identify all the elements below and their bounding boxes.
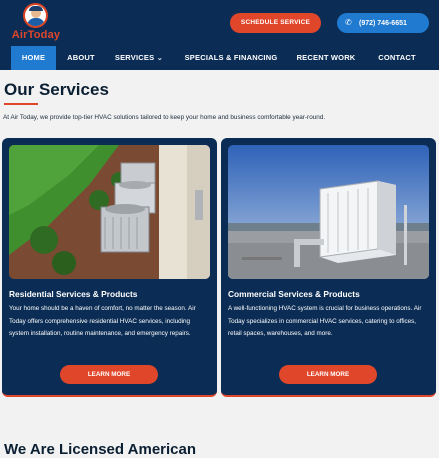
schedule-service-button[interactable]: SCHEDULE SERVICE — [230, 13, 321, 33]
residential-card-title: Residential Services & Products — [9, 289, 138, 299]
phone-button[interactable]: ✆ (972) 746-6651 — [337, 13, 429, 33]
logo-text: AirToday — [11, 29, 61, 41]
main-nav: HOME ABOUT SERVICES ⌄ SPECIALS & FINANCI… — [0, 46, 439, 70]
residential-card-text: Your home should be a haven of comfort, … — [9, 305, 196, 337]
commercial-rooftop-unit-image — [228, 145, 429, 279]
nav-contact[interactable]: CONTACT — [369, 46, 425, 70]
nav-specials-financing[interactable]: SPECIALS & FINANCING — [178, 46, 284, 70]
residential-learn-more-button[interactable]: LEARN MORE — [60, 365, 158, 384]
phone-icon: ✆ — [345, 18, 352, 27]
commercial-learn-more-button[interactable]: LEARN MORE — [279, 365, 377, 384]
residential-ac-units-image — [9, 145, 210, 279]
top-header: AirToday SCHEDULE SERVICE ✆ (972) 746-665… — [0, 0, 439, 46]
nav-services[interactable]: SERVICES ⌄ — [108, 46, 170, 70]
mascot-icon — [23, 3, 48, 28]
title-underline — [4, 103, 38, 105]
nav-about[interactable]: ABOUT — [60, 46, 102, 70]
nav-recent-work[interactable]: RECENT WORK — [291, 46, 361, 70]
commercial-card-title: Commercial Services & Products — [228, 289, 360, 299]
page-title: Our Services — [4, 80, 109, 99]
licensed-section-title: We Are Licensed American — [4, 441, 197, 458]
commercial-card: Commercial Services & Products A well-fu… — [221, 138, 436, 397]
residential-card: Residential Services & Products Your hom… — [2, 138, 217, 397]
commercial-card-text: A well-functioning HVAC system is crucia… — [228, 305, 422, 337]
phone-number: (972) 746-6651 — [359, 20, 407, 27]
intro-text: At Air Today, we provide top-tier HVAC s… — [3, 114, 326, 121]
nav-home[interactable]: HOME — [11, 46, 56, 70]
logo[interactable]: AirToday — [10, 3, 62, 43]
